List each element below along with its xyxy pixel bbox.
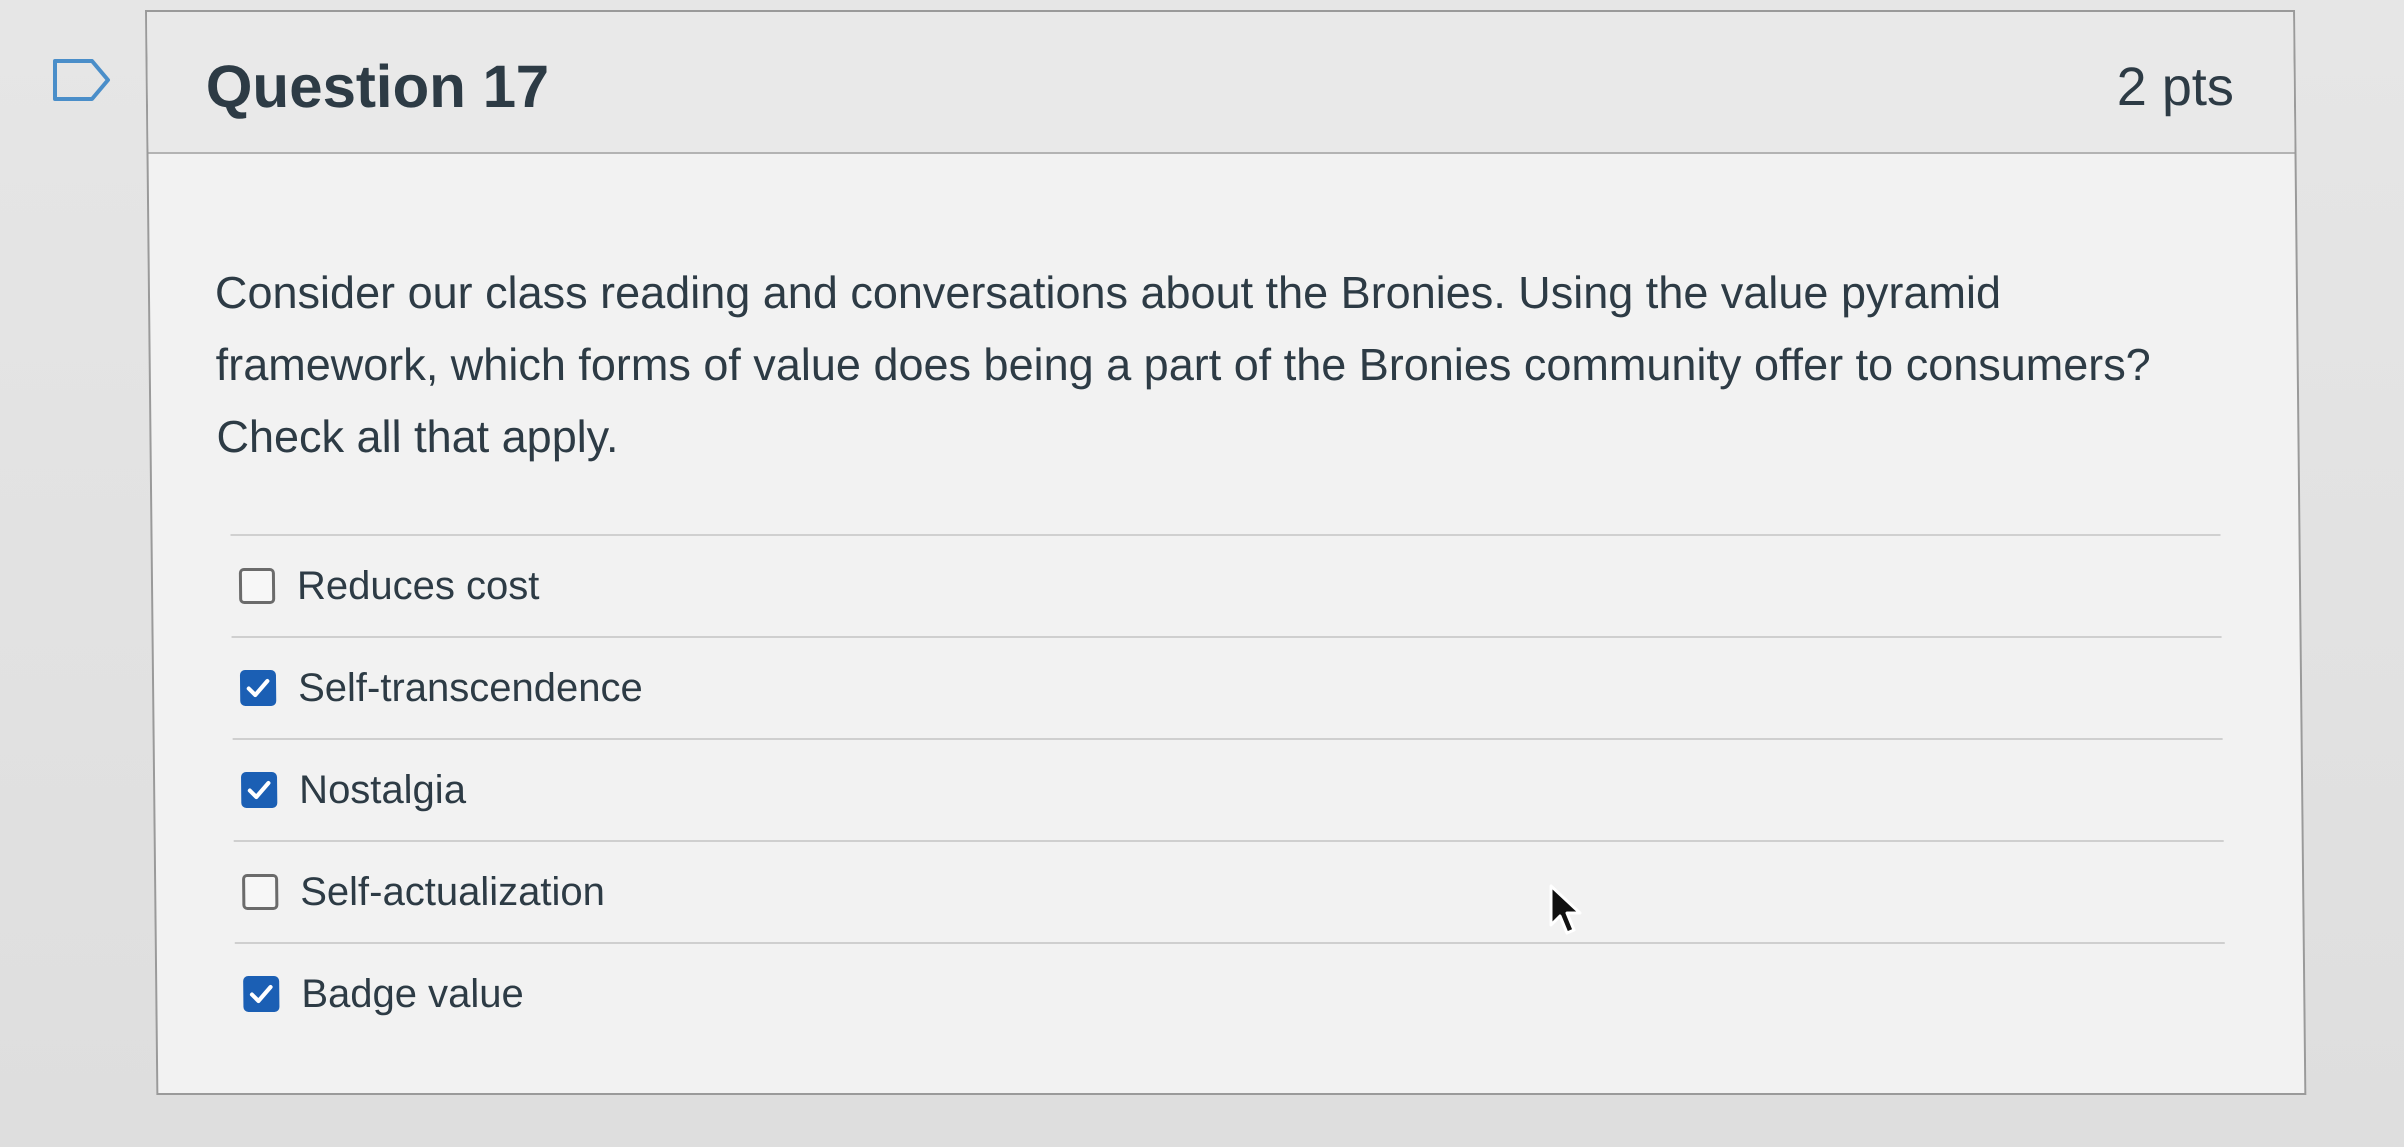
checkmark-icon — [249, 984, 273, 1004]
answer-label[interactable]: Badge value — [301, 972, 524, 1017]
answer-option[interactable]: Badge value — [235, 944, 2226, 1044]
answer-label[interactable]: Reduces cost — [297, 564, 540, 609]
question-header: Question 17 2 pts — [147, 12, 2295, 154]
answer-label[interactable]: Self-actualization — [300, 870, 605, 915]
answer-label[interactable]: Self-transcendence — [298, 666, 643, 711]
question-card: Question 17 2 pts Consider our class rea… — [145, 10, 2307, 1095]
answer-checkbox[interactable] — [238, 568, 276, 604]
flag-question-icon[interactable] — [52, 58, 112, 102]
answer-checkbox[interactable] — [239, 670, 277, 706]
answer-option[interactable]: Reduces cost — [230, 536, 2222, 638]
answer-checkbox[interactable] — [243, 976, 280, 1012]
answer-checkbox[interactable] — [242, 874, 279, 910]
answer-option[interactable]: Nostalgia — [232, 740, 2224, 842]
checkmark-icon — [246, 678, 270, 698]
answer-label[interactable]: Nostalgia — [299, 768, 466, 813]
answer-option[interactable]: Self-actualization — [233, 842, 2225, 944]
mouse-pointer-icon — [1549, 884, 1582, 935]
checkmark-icon — [247, 780, 271, 800]
answer-list: Reduces cost Self-transcendence Nostalgi… — [230, 534, 2226, 1044]
answer-option[interactable]: Self-transcendence — [231, 638, 2223, 740]
question-title: Question 17 — [205, 53, 550, 120]
question-text: Consider our class reading and conversat… — [214, 267, 2152, 462]
question-points: 2 pts — [2116, 57, 2235, 117]
answer-checkbox[interactable] — [240, 772, 278, 808]
